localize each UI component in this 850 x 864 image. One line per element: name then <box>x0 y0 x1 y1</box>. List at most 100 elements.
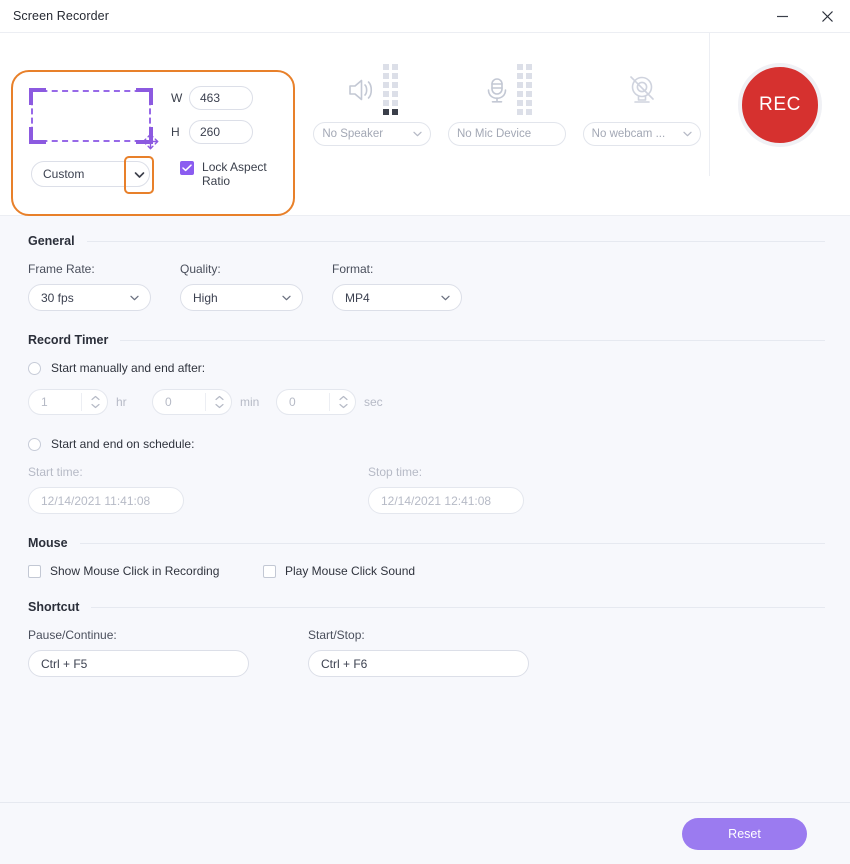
seconds-value: 0 <box>289 395 296 409</box>
minimize-button[interactable] <box>760 0 805 33</box>
stepper-divider <box>81 393 82 411</box>
stepper-arrows[interactable] <box>91 395 100 409</box>
webcam-value: No webcam ... <box>591 127 666 140</box>
chevron-up-icon[interactable] <box>215 395 224 401</box>
format-value: MP4 <box>345 290 370 305</box>
microphone-value: No Mic Device <box>457 127 532 140</box>
mouse-title: Mouse <box>28 536 68 550</box>
pause-continue-field: Pause/Continue: <box>28 628 308 677</box>
shortcut-section-header: Shortcut <box>28 600 825 614</box>
speaker-icon[interactable] <box>346 75 378 105</box>
shortcut-fields: Pause/Continue: Start/Stop: <box>28 628 825 677</box>
chevron-down-icon <box>413 131 422 136</box>
corner-handle-top-right[interactable] <box>136 88 153 105</box>
webcam-disabled-icon[interactable] <box>625 74 659 106</box>
chevron-up-icon[interactable] <box>91 395 100 401</box>
quality-dropdown[interactable]: High <box>180 284 303 311</box>
mouse-section-header: Mouse <box>28 536 825 550</box>
width-input[interactable] <box>189 86 253 110</box>
record-timer-section-header: Record Timer <box>28 333 825 347</box>
show-mouse-click-check-icon <box>28 564 41 578</box>
format-field: Format: MP4 <box>332 262 484 311</box>
chevron-down-icon <box>134 172 144 178</box>
corner-handle-top-left[interactable] <box>29 88 46 105</box>
start-schedule-radio-row[interactable]: Start and end on schedule: <box>28 437 825 451</box>
start-schedule-radio[interactable] <box>28 437 41 451</box>
start-manually-radio-row[interactable]: Start manually and end after: <box>28 361 825 375</box>
webcam-dropdown[interactable]: No webcam ... <box>582 121 701 146</box>
start-stop-input[interactable] <box>308 650 529 677</box>
device-selectors: No Speaker No Mic Device No webcam ... <box>305 33 710 176</box>
selection-dashed-border <box>31 90 151 142</box>
minutes-value: 0 <box>165 395 172 409</box>
shortcut-title: Shortcut <box>28 600 80 614</box>
chevron-down-icon[interactable] <box>215 403 224 409</box>
frame-rate-label: Frame Rate: <box>28 262 95 276</box>
start-manually-radio[interactable] <box>28 361 41 375</box>
hours-stepper[interactable]: 1 <box>28 389 108 415</box>
stop-time-field: Stop time: <box>368 465 524 514</box>
capture-preset-caret-highlight[interactable] <box>124 156 155 194</box>
show-mouse-click-checkbox[interactable]: Show Mouse Click in Recording <box>28 564 263 578</box>
dimension-fields: W H <box>171 84 253 154</box>
stepper-arrows[interactable] <box>339 395 348 409</box>
reset-button[interactable]: Reset <box>682 817 807 850</box>
chevron-up-icon[interactable] <box>339 395 348 401</box>
stepper-divider <box>205 393 206 411</box>
height-input[interactable] <box>189 120 253 144</box>
hours-unit: hr <box>116 395 127 409</box>
close-icon <box>822 10 833 22</box>
window-controls <box>760 0 850 33</box>
chevron-down-icon <box>282 295 291 300</box>
play-mouse-sound-label: Play Mouse Click Sound <box>285 564 416 578</box>
stop-time-input[interactable] <box>368 487 524 514</box>
general-fields: Frame Rate: 30 fps Quality: High Format:… <box>28 262 825 311</box>
section-divider <box>120 339 825 341</box>
region-selector-highlight: W H Custom <box>11 70 295 216</box>
microphone-device-group: No Mic Device <box>440 64 575 146</box>
chevron-down-icon <box>441 295 450 300</box>
chevron-down-icon[interactable] <box>339 403 348 409</box>
format-dropdown[interactable]: MP4 <box>332 284 462 311</box>
play-mouse-sound-checkbox[interactable]: Play Mouse Click Sound <box>263 564 415 578</box>
title-bar: Screen Recorder <box>0 0 850 33</box>
schedule-fields: Start time: Stop time: <box>28 465 825 514</box>
general-section-header: General <box>28 234 825 248</box>
seconds-unit: sec <box>364 395 383 409</box>
pause-continue-input[interactable] <box>28 650 249 677</box>
start-manually-label: Start manually and end after: <box>51 361 206 375</box>
record-timer-title: Record Timer <box>28 333 109 347</box>
frame-rate-dropdown[interactable]: 30 fps <box>28 284 151 311</box>
lock-aspect-ratio-checkbox[interactable]: Lock Aspect Ratio <box>180 160 279 188</box>
webcam-device-group: No webcam ... <box>574 64 709 146</box>
stepper-arrows[interactable] <box>215 395 224 409</box>
capture-preset-value: Custom <box>43 167 85 181</box>
minutes-stepper[interactable]: 0 <box>152 389 232 415</box>
microphone-icon[interactable] <box>482 75 512 105</box>
play-mouse-sound-check-icon <box>263 564 276 578</box>
hours-value: 1 <box>41 395 48 409</box>
footer-bar: Reset <box>0 802 850 864</box>
chevron-down-icon[interactable] <box>91 403 100 409</box>
record-button[interactable]: REC <box>738 62 822 147</box>
microphone-dropdown[interactable]: No Mic Device <box>448 121 566 146</box>
quality-value: High <box>193 290 218 305</box>
stop-time-label: Stop time: <box>368 465 423 479</box>
capture-preset-dropdown[interactable]: Custom <box>31 156 155 194</box>
window-title: Screen Recorder <box>13 9 109 23</box>
mouse-options: Show Mouse Click in Recording Play Mouse… <box>28 564 825 578</box>
close-button[interactable] <box>805 0 850 33</box>
start-time-input[interactable] <box>28 487 184 514</box>
format-label: Format: <box>332 262 374 276</box>
general-title: General <box>28 234 75 248</box>
seconds-stepper[interactable]: 0 <box>276 389 356 415</box>
region-selection-icon[interactable] <box>29 88 160 151</box>
corner-handle-bottom-left[interactable] <box>29 127 46 144</box>
start-stop-label: Start/Stop: <box>308 628 365 642</box>
start-time-label: Start time: <box>28 465 83 479</box>
move-handle-icon[interactable] <box>141 132 160 151</box>
speaker-dropdown[interactable]: No Speaker <box>313 121 432 146</box>
width-label: W <box>171 91 183 105</box>
screen-recorder-window: Screen Recorder W 463 H 260 Custom Lock … <box>0 0 850 864</box>
minutes-unit: min <box>240 395 260 409</box>
